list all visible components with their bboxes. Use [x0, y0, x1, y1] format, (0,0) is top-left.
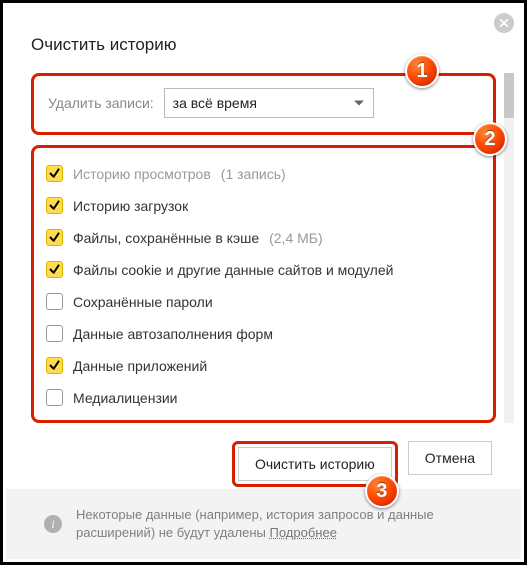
checkbox-row-6[interactable]: Данные приложений — [40, 350, 487, 382]
info-icon: i — [44, 515, 62, 533]
footer-text: Некоторые данные (например, история запр… — [76, 506, 489, 542]
highlight-ring-1: 1 Удалить записи: за всё время — [31, 73, 496, 135]
checkbox-label: Данные автозаполнения форм — [73, 326, 273, 342]
delete-records-label: Удалить записи: — [48, 95, 154, 111]
checkbox-label: Историю загрузок — [73, 198, 188, 214]
checkbox-label: Данные приложений — [73, 358, 207, 374]
checkbox-label: Историю просмотров — [73, 166, 211, 182]
checkbox-suffix: (2,4 МБ) — [269, 230, 323, 246]
checkbox-7[interactable] — [46, 389, 63, 406]
checkbox-row-1[interactable]: Историю загрузок — [40, 190, 487, 222]
annotation-badge-2: 2 — [473, 122, 507, 156]
highlight-ring-3: Очистить историю 3 — [232, 441, 398, 487]
checkbox-row-3[interactable]: Файлы cookie и другие данные сайтов и мо… — [40, 254, 487, 286]
checkbox-4[interactable] — [46, 293, 63, 310]
checkbox-3[interactable] — [46, 261, 63, 278]
clear-history-dialog: Очистить историю 1 Удалить записи: за вс… — [31, 35, 496, 487]
checkbox-row-0[interactable]: Историю просмотров (1 запись) — [40, 158, 487, 190]
checkbox-5[interactable] — [46, 325, 63, 342]
dialog-title: Очистить историю — [31, 35, 496, 55]
checkbox-0[interactable] — [46, 165, 63, 182]
scrollbar-thumb[interactable] — [504, 73, 514, 118]
scrollbar-track[interactable] — [504, 73, 514, 423]
checkbox-6[interactable] — [46, 357, 63, 374]
checkbox-2[interactable] — [46, 229, 63, 246]
annotation-badge-3: 3 — [365, 474, 399, 508]
checkbox-label: Файлы, сохранённые в кэше — [73, 230, 259, 246]
checkbox-label: Медиалицензии — [73, 390, 178, 406]
checkbox-row-2[interactable]: Файлы, сохранённые в кэше (2,4 МБ) — [40, 222, 487, 254]
highlight-ring-2: 2 Историю просмотров (1 запись)Историю з… — [31, 145, 496, 423]
checkbox-suffix: (1 запись) — [221, 166, 286, 182]
close-icon[interactable] — [494, 13, 514, 33]
dialog-button-row: Очистить историю 3 Отмена — [31, 441, 496, 487]
cancel-button[interactable]: Отмена — [408, 441, 492, 475]
more-link[interactable]: Подробнее — [270, 525, 337, 540]
clear-history-button[interactable]: Очистить историю — [238, 447, 392, 481]
footer-note: i Некоторые данные (например, история за… — [6, 489, 521, 559]
checkbox-row-4[interactable]: Сохранённые пароли — [40, 286, 487, 318]
checkbox-row-7[interactable]: Медиалицензии — [40, 382, 487, 414]
time-range-select[interactable]: за всё время — [164, 88, 374, 118]
checkbox-1[interactable] — [46, 197, 63, 214]
checkbox-label: Файлы cookie и другие данные сайтов и мо… — [73, 262, 393, 278]
annotation-badge-1: 1 — [405, 54, 439, 88]
checkbox-row-5[interactable]: Данные автозаполнения форм — [40, 318, 487, 350]
checkbox-label: Сохранённые пароли — [73, 294, 213, 310]
